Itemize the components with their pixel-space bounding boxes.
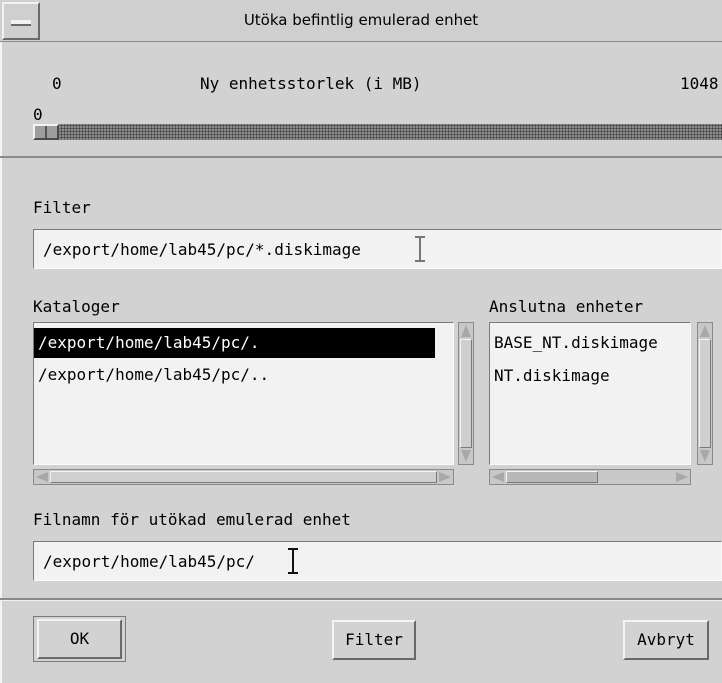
scrollbar-thumb[interactable] (506, 471, 598, 483)
scroll-right-arrow-icon[interactable] (439, 472, 451, 482)
size-scale-pane (0, 42, 722, 158)
scroll-left-arrow-icon[interactable] (492, 472, 504, 482)
scroll-down-arrow-icon[interactable] (461, 450, 471, 462)
scrollbar-thumb[interactable] (460, 339, 472, 448)
filter-input[interactable] (34, 230, 721, 268)
scroll-up-arrow-icon[interactable] (700, 325, 710, 337)
scale-title: Ny enhetsstorlek (i MB) (200, 74, 422, 93)
slider-grip-icon (45, 126, 47, 138)
directories-hscrollbar[interactable] (33, 469, 454, 485)
filename-label: Filnamn för utökad emulerad enhet (33, 510, 351, 529)
scroll-left-arrow-icon[interactable] (36, 472, 48, 482)
button-separator (0, 598, 722, 601)
scrollbar-thumb[interactable] (50, 471, 437, 483)
filter-field-frame (33, 229, 722, 269)
scroll-up-arrow-icon[interactable] (461, 325, 471, 337)
devices-list[interactable]: BASE_NT.diskimage NT.diskimage (489, 322, 691, 465)
filter-label: Filter (33, 198, 91, 217)
directories-vscrollbar[interactable] (458, 322, 474, 465)
filter-button[interactable]: Filter (332, 620, 416, 660)
text-cursor-icon (415, 236, 425, 262)
device-item[interactable]: BASE_NT.diskimage (490, 328, 690, 358)
directory-item-current[interactable]: /export/home/lab45/pc/. (34, 328, 435, 358)
devices-label: Anslutna enheter (489, 297, 644, 316)
directory-item-parent[interactable]: /export/home/lab45/pc/.. (34, 360, 453, 390)
cancel-button[interactable]: Avbryt (623, 620, 709, 660)
devices-vscrollbar[interactable] (697, 322, 713, 465)
filename-field-frame (33, 541, 722, 581)
filename-input[interactable] (34, 542, 721, 580)
text-cursor-icon (288, 548, 298, 574)
directories-label: Kataloger (33, 297, 120, 316)
scroll-right-arrow-icon[interactable] (676, 472, 688, 482)
scale-value-label: 0 (33, 105, 43, 124)
directories-list[interactable]: /export/home/lab45/pc/. /export/home/lab… (33, 322, 454, 465)
size-slider[interactable] (33, 124, 722, 140)
ok-button[interactable]: OK (37, 619, 122, 659)
device-item[interactable]: NT.diskimage (490, 361, 690, 391)
devices-hscrollbar[interactable] (489, 469, 691, 485)
scrollbar-thumb[interactable] (699, 339, 711, 448)
window-title: Utöka befintlig emulerad enhet (243, 11, 479, 29)
scroll-down-arrow-icon[interactable] (700, 450, 710, 462)
scale-max-label: 1048 (680, 74, 719, 93)
window-titlebar[interactable]: Utöka befintlig emulerad enhet (0, 0, 722, 42)
scale-min-label: 0 (52, 74, 62, 93)
size-slider-thumb[interactable] (33, 124, 59, 140)
